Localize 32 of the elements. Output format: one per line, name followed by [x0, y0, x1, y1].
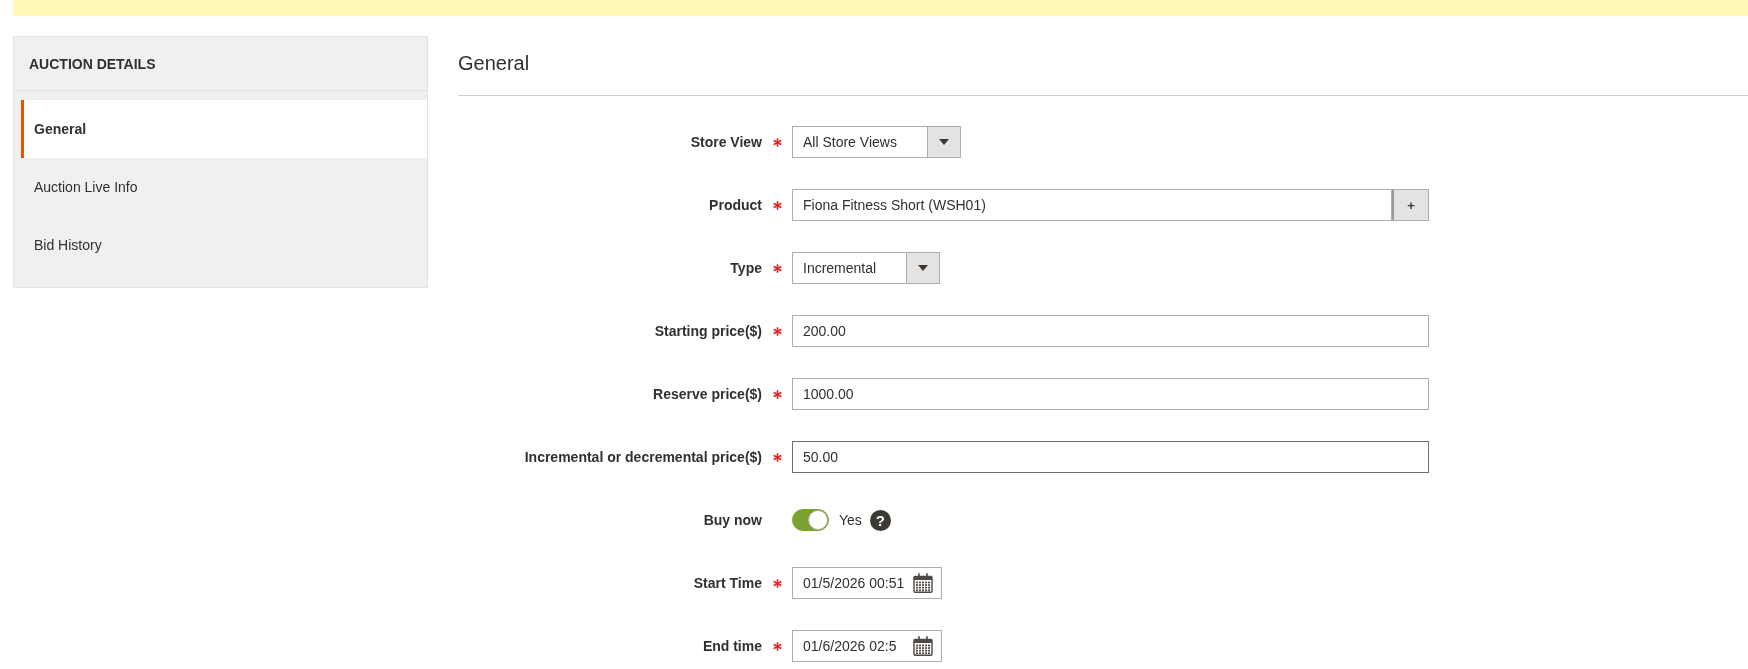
text-field[interactable]: Fiona Fitness Short (WSH01): [792, 189, 1392, 221]
caret-icon: [918, 265, 929, 271]
field-label: Product: [709, 196, 762, 214]
toggle-state-label: Yes: [839, 511, 862, 529]
dropdown-button[interactable]: [926, 127, 960, 157]
field-label: Incremental or decremental price($): [524, 448, 762, 466]
field-label: Store View: [690, 133, 762, 151]
field-label: End time: [702, 637, 762, 655]
field-label: Buy now: [703, 511, 762, 529]
text-field[interactable]: 200.00: [792, 315, 1429, 347]
help-button[interactable]: ?: [869, 509, 891, 531]
section-title: General: [458, 52, 530, 74]
sidebar-tab[interactable]: General: [21, 100, 427, 158]
date-field[interactable]: 01/6/2026 02:5: [792, 630, 942, 662]
sidebar-tab[interactable]: Bid History: [21, 216, 427, 274]
calendar-icon[interactable]: [913, 636, 933, 656]
field-label: Type: [730, 259, 762, 277]
add-button[interactable]: +: [1392, 189, 1429, 221]
select-field[interactable]: Incremental: [792, 252, 941, 284]
sidebar-title: AUCTION DETAILS: [29, 54, 156, 73]
field-label: Starting price($): [654, 322, 762, 340]
sidebar-tab[interactable]: Auction Live Info: [21, 158, 427, 216]
field-label: Start Time: [693, 574, 762, 592]
text-field[interactable]: 50.00: [792, 441, 1429, 473]
date-field[interactable]: 01/5/2026 00:51: [792, 567, 942, 599]
caret-icon: [938, 139, 949, 145]
field-label: Reserve price($): [653, 385, 762, 403]
calendar-icon[interactable]: [913, 573, 933, 593]
toggle-switch[interactable]: [792, 509, 829, 531]
text-field[interactable]: 1000.00: [792, 378, 1429, 410]
select-field[interactable]: All Store Views: [792, 126, 961, 158]
dropdown-button[interactable]: [906, 253, 940, 283]
